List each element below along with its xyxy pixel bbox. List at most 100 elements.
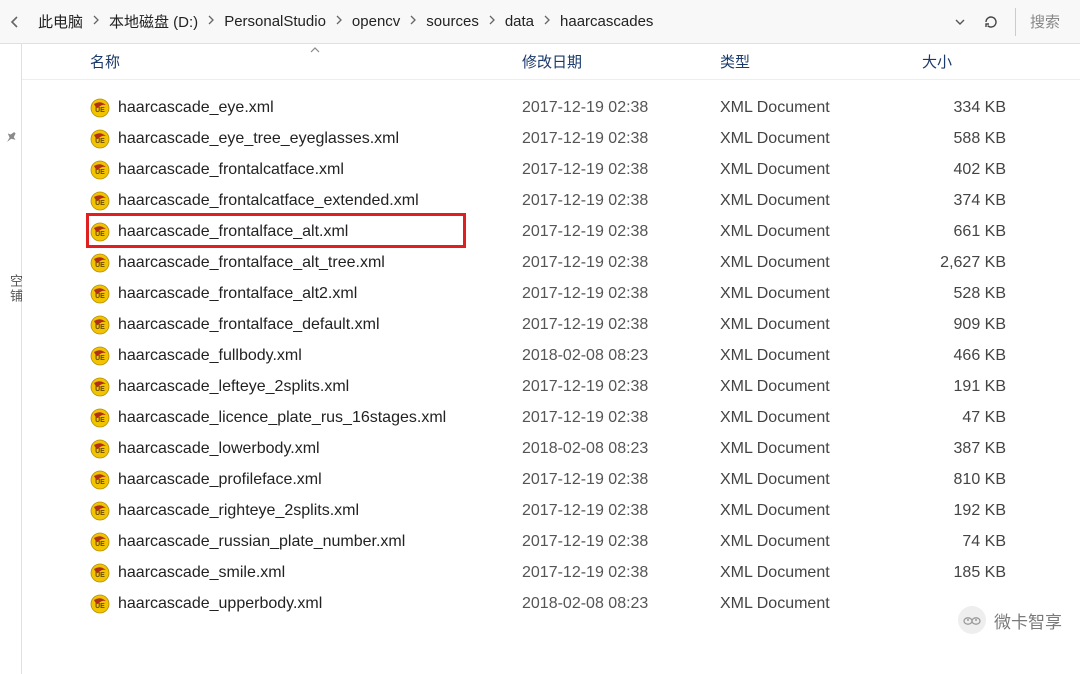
breadcrumb-item[interactable]: 本地磁盘 (D:) [107, 9, 200, 34]
file-name: haarcascade_frontalface_alt2.xml [118, 285, 522, 303]
file-date: 2017-12-19 02:38 [522, 130, 720, 148]
svg-text:UE: UE [95, 479, 105, 486]
breadcrumb-separator-icon [208, 15, 214, 28]
file-name: haarcascade_lefteye_2splits.xml [118, 378, 522, 396]
file-type: XML Document [720, 192, 922, 210]
file-size: 191 KB [922, 378, 1012, 396]
file-size: 185 KB [922, 564, 1012, 582]
file-name: haarcascade_frontalface_alt_tree.xml [118, 254, 522, 272]
search-input[interactable]: 搜索 [1022, 11, 1076, 32]
file-type: XML Document [720, 533, 922, 551]
file-date: 2017-12-19 02:38 [522, 564, 720, 582]
file-size: 402 KB [922, 161, 1012, 179]
file-type: XML Document [720, 130, 922, 148]
svg-text:UE: UE [95, 603, 105, 610]
file-name: haarcascade_lowerbody.xml [118, 440, 522, 458]
breadcrumb-item[interactable]: 此电脑 [36, 9, 85, 34]
file-row[interactable]: UEhaarcascade_lefteye_2splits.xml2017-12… [90, 371, 1080, 402]
file-type: XML Document [720, 378, 922, 396]
svg-text:UE: UE [95, 107, 105, 114]
file-date: 2017-12-19 02:38 [522, 99, 720, 117]
file-row[interactable]: UE haarcascade_upperbody.xml2018-02-08 08… [90, 588, 1080, 619]
file-size: 387 KB [922, 440, 1012, 458]
file-date: 2017-12-19 02:38 [522, 502, 720, 520]
file-date: 2018-02-08 08:23 [522, 595, 720, 613]
breadcrumb-item[interactable]: haarcascades [558, 11, 655, 32]
file-row[interactable]: UE haarcascade_licence_plate_rus_16stages… [90, 402, 1080, 433]
breadcrumb-item[interactable]: sources [424, 11, 481, 32]
main-area: 空铺 名称 修改日期 类型 大小 UEhaarcascade_eye.xml20… [0, 44, 1080, 674]
svg-text:UE: UE [95, 262, 105, 269]
file-row[interactable]: UEhaarcascade_fullbody.xml2018-02-08 08:… [90, 340, 1080, 371]
svg-text:UE: UE [95, 293, 105, 300]
file-date: 2018-02-08 08:23 [522, 347, 720, 365]
file-name: haarcascade_eye_tree_eyeglasses.xml [118, 130, 522, 148]
breadcrumb-item[interactable]: opencv [350, 11, 402, 32]
file-type-icon: UE [90, 563, 110, 583]
column-header-text-type: 类型 [720, 54, 750, 71]
column-header-name[interactable]: 名称 [90, 51, 522, 72]
breadcrumb: 此电脑本地磁盘 (D:) PersonalStudio opencv sources d… [28, 9, 947, 34]
file-size: 528 KB [922, 285, 1012, 303]
file-row[interactable]: UEhaarcascade_frontalface_default.xml201… [90, 309, 1080, 340]
file-list: UEhaarcascade_eye.xml2017-12-19 02:38XML… [22, 80, 1080, 619]
svg-text:UE: UE [95, 448, 105, 455]
file-date: 2017-12-19 02:38 [522, 316, 720, 334]
file-row[interactable]: UEhaarcascade_eye.xml2017-12-19 02:38XML… [90, 92, 1080, 123]
file-type-icon: UE [90, 191, 110, 211]
breadcrumb-item[interactable]: PersonalStudio [222, 11, 328, 32]
file-type-icon: UE [90, 377, 110, 397]
file-row[interactable]: UEhaarcascade_russian_plate_number.xml20… [90, 526, 1080, 557]
file-size: 374 KB [922, 192, 1012, 210]
file-row[interactable]: UE haarcascade_frontalcatface.xml2017-12-… [90, 154, 1080, 185]
column-header-text-date: 修改日期 [522, 54, 582, 71]
nav-back-icon[interactable] [4, 12, 24, 32]
file-type: XML Document [720, 502, 922, 520]
content-pane: 名称 修改日期 类型 大小 UEhaarcascade_eye.xml2017-… [22, 44, 1080, 674]
svg-text:UE: UE [95, 324, 105, 331]
file-date: 2017-12-19 02:38 [522, 161, 720, 179]
file-name: haarcascade_frontalcatface.xml [118, 161, 522, 179]
file-size: 810 KB [922, 471, 1012, 489]
file-type-icon: UE [90, 222, 110, 242]
file-name: haarcascade_licence_plate_rus_16stages.x… [118, 409, 522, 427]
file-type-icon: UE [90, 532, 110, 552]
file-type-icon: UE [90, 98, 110, 118]
breadcrumb-item[interactable]: data [503, 11, 536, 32]
column-header-size[interactable]: 大小 [922, 51, 1032, 72]
file-type-icon: UE [90, 160, 110, 180]
file-type-icon: UE [90, 408, 110, 428]
column-header-type[interactable]: 类型 [720, 51, 922, 72]
file-name: haarcascade_russian_plate_number.xml [118, 533, 522, 551]
path-dropdown-icon[interactable] [955, 16, 965, 28]
toolbar-divider [1015, 8, 1016, 36]
breadcrumb-separator-icon [336, 15, 342, 28]
file-row[interactable]: UEhaarcascade_frontalface_alt2.xml2017-1… [90, 278, 1080, 309]
file-name: haarcascade_upperbody.xml [118, 595, 522, 613]
file-row[interactable]: UEhaarcascade_smile.xml2017-12-19 02:38X… [90, 557, 1080, 588]
file-row[interactable]: UE haarcascade_lowerbody.xml2018-02-08 08… [90, 433, 1080, 464]
file-type: XML Document [720, 409, 922, 427]
file-row[interactable]: UEhaarcascade_profileface.xml2017-12-19 … [90, 464, 1080, 495]
file-type-icon: UE [90, 439, 110, 459]
file-row[interactable]: UEhaarcascade_eye_tree_eyeglasses.xml201… [90, 123, 1080, 154]
file-row[interactable]: UEhaarcascade_frontalface_alt.xml2017-12… [90, 216, 1080, 247]
column-header-date[interactable]: 修改日期 [522, 51, 720, 72]
file-type: XML Document [720, 254, 922, 272]
file-row[interactable]: UEhaarcascade_frontalcatface_extended.xm… [90, 185, 1080, 216]
pin-icon[interactable] [0, 127, 21, 149]
address-toolbar: 此电脑本地磁盘 (D:) PersonalStudio opencv sources d… [0, 0, 1080, 44]
file-type: XML Document [720, 471, 922, 489]
file-row[interactable]: UEhaarcascade_frontalface_alt_tree.xml20… [90, 247, 1080, 278]
file-type-icon: UE [90, 501, 110, 521]
file-type-icon: UE [90, 594, 110, 614]
file-date: 2018-02-08 08:23 [522, 440, 720, 458]
file-row[interactable]: UE haarcascade_righteye_2splits.xml2017-1… [90, 495, 1080, 526]
breadcrumb-separator-icon [489, 15, 495, 28]
refresh-button[interactable] [977, 8, 1005, 36]
file-size: 74 KB [922, 533, 1012, 551]
file-type-icon: UE [90, 284, 110, 304]
file-size: 47 KB [922, 409, 1012, 427]
file-name: haarcascade_righteye_2splits.xml [118, 502, 522, 520]
breadcrumb-separator-icon [410, 15, 416, 28]
